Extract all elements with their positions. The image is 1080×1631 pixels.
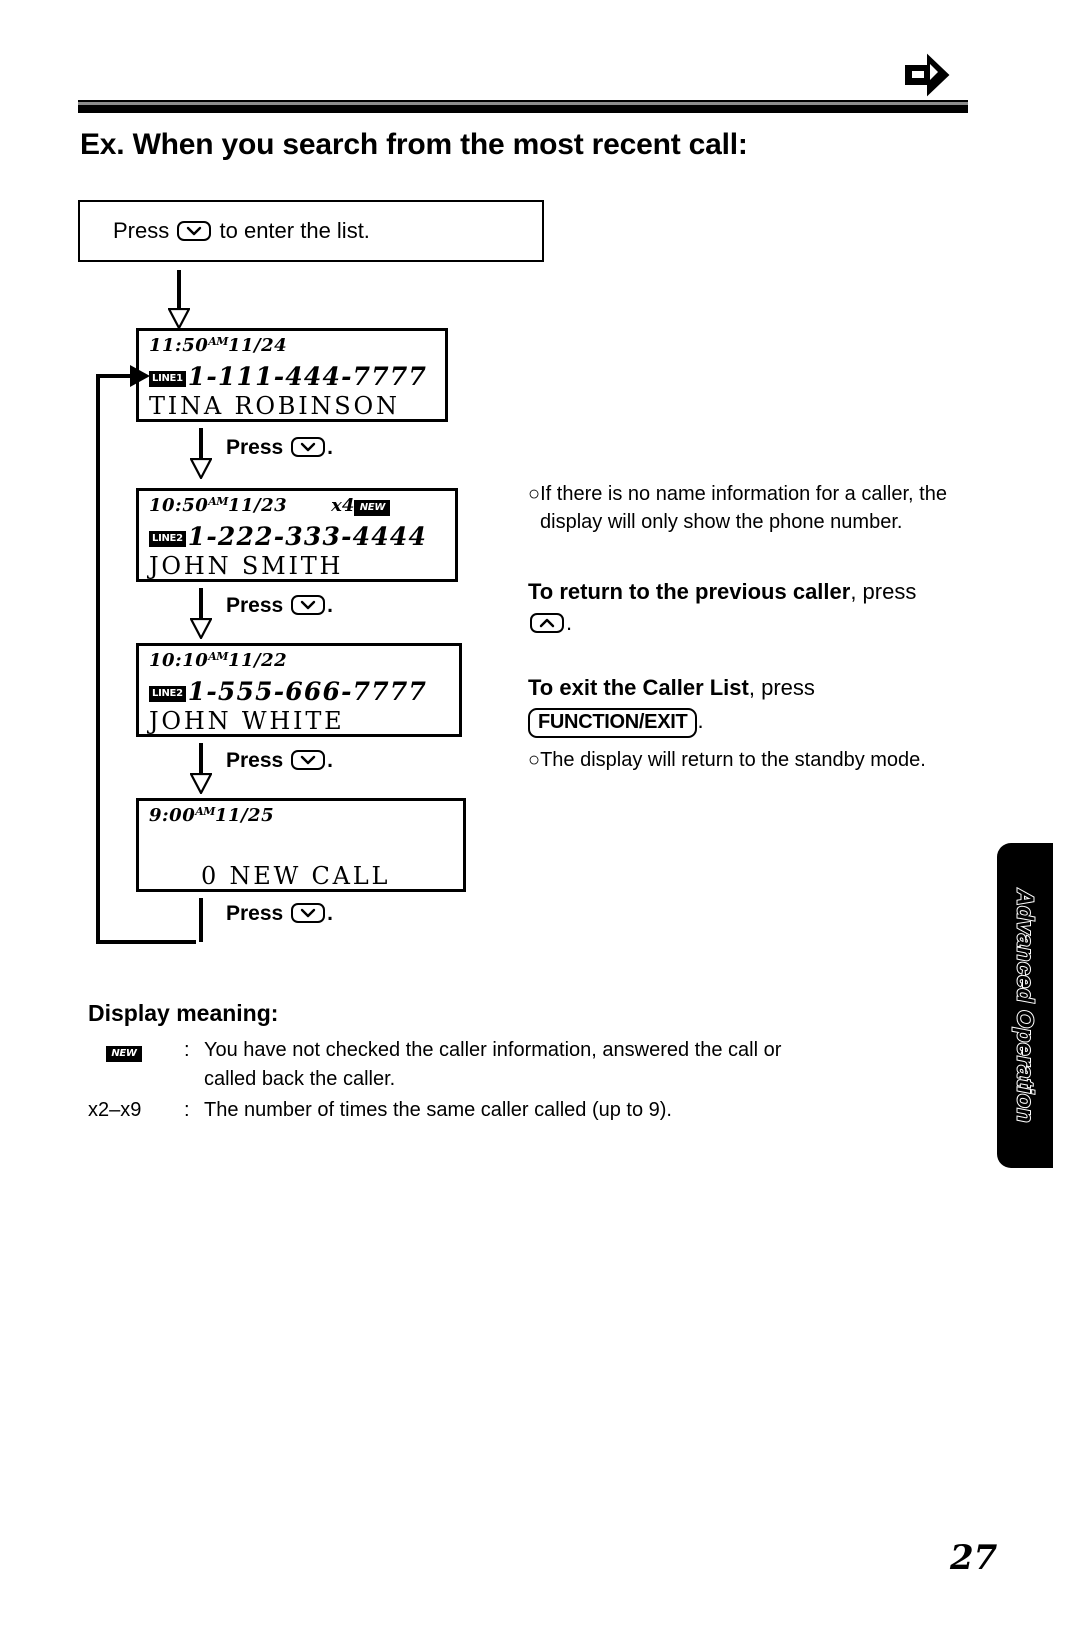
lcd-4-date: 11/25 (214, 805, 275, 826)
display-meaning-row: NEW : You have not checked the caller in… (88, 1036, 968, 1094)
display-meaning-key-2: x2–x9 (88, 1099, 142, 1121)
down-arrow-key-icon (291, 437, 326, 457)
note-return-rest: , press (850, 579, 917, 604)
display-meaning-colon-1: : (184, 1039, 190, 1061)
press-label-3-period: . (327, 749, 333, 772)
intro-suffix-label: to enter the list. (219, 218, 370, 243)
intro-instruction-text: Press to enter the list. (113, 218, 370, 244)
caller-list-flow-diagram: Press to enter the list. 11:50AM11/24 LI… (78, 200, 558, 980)
lcd-3-number: 1-555-666-7777 (187, 677, 428, 706)
press-label-2-period: . (327, 594, 333, 617)
note-exit-rest: , press (748, 675, 815, 700)
lcd-1-number: 1-111-444-7777 (187, 362, 428, 391)
press-label-1: Press . (226, 436, 333, 460)
note-exit-heading-text: To exit the Caller List (528, 675, 749, 700)
press-label-1-period: . (327, 436, 333, 459)
display-meaning-text-1-main: You have not checked the caller informat… (204, 1039, 782, 1061)
header-rule (78, 100, 968, 113)
page-title: Ex. When you search from the most recent… (80, 128, 748, 161)
display-meaning-text-1-cont: called back the caller. (204, 1068, 396, 1090)
note-return-end: . (566, 610, 573, 635)
side-tab-label: Advanced Operation (1012, 888, 1040, 1124)
press-label-4-period: . (327, 902, 333, 925)
notes-column: ○If there is no name information for a c… (528, 480, 958, 796)
bullet-marker: ○ (528, 749, 541, 771)
press-label-4-text: Press (226, 902, 284, 925)
note-exit-end: . (697, 708, 704, 733)
note-return-heading-text: To return to the previous caller (528, 579, 851, 604)
loopback-arrowhead (130, 365, 150, 387)
right-arrow-icon (900, 52, 952, 98)
lcd-2-number: 1-222-333-4444 (187, 522, 428, 551)
down-arrow-key-icon (291, 903, 326, 923)
lcd-3-ampm: AM (208, 650, 228, 663)
intro-press-label: Press (113, 218, 170, 243)
lcd-3-date: 11/22 (227, 650, 288, 671)
press-label-3: Press . (226, 749, 333, 773)
down-arrow-key-icon (291, 595, 326, 615)
press-label-2: Press . (226, 594, 333, 618)
press-label-1-text: Press (226, 436, 284, 459)
bullet-marker: ○ (528, 483, 541, 505)
display-meaning-text-1: You have not checked the caller informat… (204, 1036, 968, 1094)
up-arrow-key-icon (530, 613, 564, 633)
side-tab-advanced-operation: Advanced Operation (997, 843, 1053, 1168)
intro-instruction-box: Press to enter the list. (78, 200, 544, 262)
function-exit-key-icon: FUNCTION/EXIT (528, 708, 698, 738)
lcd-2-date: 11/23 (227, 495, 288, 516)
display-meaning-colon-2: : (184, 1099, 190, 1121)
note-no-name-block: ○If there is no name information for a c… (528, 480, 958, 536)
note-standby: ○The display will return to the standby … (528, 746, 958, 774)
note-no-name-text: If there is no name information for a ca… (540, 483, 947, 533)
page-number: 27 (950, 1538, 998, 1578)
display-meaning-row: x2–x9 : The number of times the same cal… (88, 1096, 968, 1125)
flow-loopback-wire (78, 350, 208, 950)
note-return-block: To return to the previous caller, press … (528, 576, 958, 638)
press-label-4: Press . (226, 902, 333, 926)
down-arrow-key-icon (177, 221, 212, 241)
note-standby-text: The display will return to the standby m… (540, 749, 926, 771)
note-return-heading: To return to the previous caller, press … (528, 576, 958, 638)
lcd-2-new-badge: NEW (354, 500, 391, 516)
display-meaning-title: Display meaning: (88, 1000, 279, 1026)
note-exit-heading: To exit the Caller List, press (528, 672, 958, 703)
note-exit-key-line: FUNCTION/EXIT. (528, 705, 958, 738)
press-label-2-text: Press (226, 594, 284, 617)
lcd-2-ampm: AM (208, 495, 228, 508)
note-no-name: ○If there is no name information for a c… (528, 480, 958, 536)
lcd-1-date: 11/24 (227, 335, 288, 356)
lcd-1-ampm: AM (208, 335, 228, 348)
down-arrow-key-icon (291, 750, 326, 770)
new-badge-icon: NEW (106, 1046, 142, 1062)
display-meaning-text-2: The number of times the same caller call… (204, 1099, 672, 1121)
press-label-3-text: Press (226, 749, 284, 772)
note-exit-block: To exit the Caller List, press FUNCTION/… (528, 672, 958, 774)
display-meaning-key-1: NEW (88, 1036, 184, 1094)
display-meaning-section: Display meaning: NEW : You have not chec… (88, 1000, 968, 1127)
flow-arrow-1 (168, 270, 190, 329)
lcd-2-call-count: x4 (331, 495, 355, 516)
